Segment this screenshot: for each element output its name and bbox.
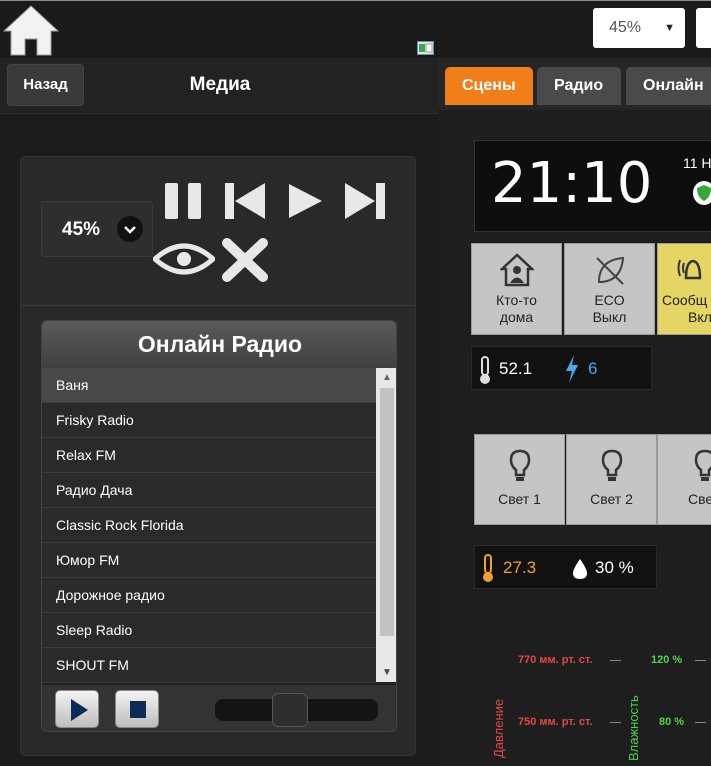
clock-widget: 21:10 11 Н [474,140,711,232]
radio-list-item[interactable]: SHOUT FM [42,648,376,683]
tick-mark [610,722,621,723]
dropdown-arrow-icon: ▼ [664,22,675,34]
tab-online[interactable]: Онлайн [626,67,711,105]
light-2[interactable]: Свет 2 [566,434,657,525]
power-value: 6 [588,359,598,378]
lightbulb-icon [509,449,530,481]
clock-date: 11 Н [683,155,711,171]
tab-radio[interactable]: Радио [537,67,621,105]
lightbulb-icon [601,449,622,481]
radio-play-button[interactable] [55,690,99,728]
lightbulb-icon [694,449,711,481]
radio-list-item[interactable]: Relax FM [42,438,376,473]
scrollbar[interactable]: ▲ ▼ [376,368,396,682]
radio-list-item[interactable]: Frisky Radio [42,403,376,438]
tile-line1: Сообщ [662,292,708,308]
play-icon [71,699,88,721]
light-3[interactable]: Свет [657,434,711,525]
radio-title: Онлайн Радио [42,321,396,368]
player-card: 45% Онлайн Радио Ваня Frisky Radio Relax… [20,156,416,756]
chevron-down-icon [117,216,143,242]
tile-messages[interactable]: Сообщ Вкл [657,243,711,335]
radio-list-item[interactable]: Юмор FM [42,543,376,578]
tile-line1: Кто-то [496,292,537,308]
temperature-value: 27.3 [503,558,537,577]
clock-time: 21:10 [491,151,653,216]
volume-slider-thumb[interactable] [272,693,308,727]
radio-list-item[interactable]: Sleep Radio [42,613,376,648]
eye-icon[interactable] [153,239,215,279]
tile-line1: ECO [594,292,625,308]
back-button[interactable]: Назад [7,64,84,106]
top-bar: 45% ▼ [0,0,711,58]
page-title: Медиа [189,74,251,95]
dashboard-panel: Сцены Радио Онлайн 21:10 11 Н Кто-то дом… [438,58,711,766]
app-root: 45% ▼ Назад Медиа 45% Онлайн Радио Ваня … [0,0,711,766]
zoom-value: 45% [609,19,642,36]
radio-list-item[interactable]: Ваня [42,368,376,403]
play-icon[interactable] [285,181,325,221]
humidity-tick-bottom: 80 % [659,716,685,728]
radio-stop-button[interactable] [115,690,159,728]
tile-line2: дома [499,309,534,325]
tab-bar: Сцены Радио Онлайн [438,58,711,110]
tile-line2: Вкл [688,309,711,325]
light-1[interactable]: Свет 1 [474,434,565,525]
radio-list-item[interactable]: Дорожное радио [42,578,376,613]
tab-scenes[interactable]: Сцены [445,67,533,105]
radio-list-item[interactable]: Classic Rock Florida [42,508,376,543]
pressure-tick-bottom: 750 мм. рт. ст. [518,716,593,728]
light-label: Свет 1 [498,491,541,507]
water-drop-icon [573,559,587,579]
close-icon[interactable] [221,237,269,283]
sensor-bar-1: 52.1 6 [471,346,652,390]
tick-mark [610,660,621,661]
humidity-value: 30 % [595,558,634,577]
home-icon[interactable] [2,3,60,57]
sensor-bar-2: 27.3 30 % [474,545,657,589]
tick-mark [695,722,706,723]
eco-off-icon [595,256,624,285]
shield-icon [693,181,711,205]
radio-list: Ваня Frisky Radio Relax FM Радио Дача Classi… [42,368,376,683]
window-icon[interactable] [417,41,434,55]
scroll-up-icon[interactable]: ▲ [382,372,392,383]
house-person-icon [499,253,534,287]
divider [21,305,415,306]
pause-icon[interactable] [163,181,207,221]
tile-eco[interactable]: ECO Выкл [564,243,655,335]
thermometer-icon [483,554,493,582]
radio-controls [42,685,396,731]
zoom-select[interactable]: 45% ▼ [593,8,685,48]
humidity-tick-top: 120 % [651,654,683,666]
tick-mark [695,660,706,661]
bell-icon [677,259,702,280]
previous-icon[interactable] [223,181,267,221]
top-right-button[interactable] [696,8,711,48]
scroll-down-icon[interactable]: ▼ [382,667,392,678]
volume-slider[interactable] [215,693,378,727]
scrollbar-thumb[interactable] [380,388,394,636]
next-icon[interactable] [343,181,387,221]
temperature-value: 52.1 [499,359,533,378]
pressure-axis-label: Давление [491,698,506,758]
thermometer-icon [480,356,490,384]
media-header: Назад Медиа [0,58,438,114]
radio-list-item[interactable]: Радио Дача [42,473,376,508]
radio-panel: Онлайн Радио Ваня Frisky Radio Relax FM Рад… [41,320,397,732]
volume-value: 45% [62,219,101,240]
power-icon [566,355,578,383]
stop-icon [130,701,146,718]
tile-line2: Выкл [592,309,627,325]
media-panel: Назад Медиа 45% Онлайн Радио Ваня Frisky… [0,58,438,766]
light-label: Свет 2 [590,491,633,507]
humidity-axis-label: Влажность [626,695,641,761]
light-label: Свет [688,491,711,507]
tile-someone-home[interactable]: Кто-то дома [471,243,562,335]
pressure-tick-top: 770 мм. рт. ст. [518,654,593,666]
volume-select[interactable]: 45% [41,201,153,257]
